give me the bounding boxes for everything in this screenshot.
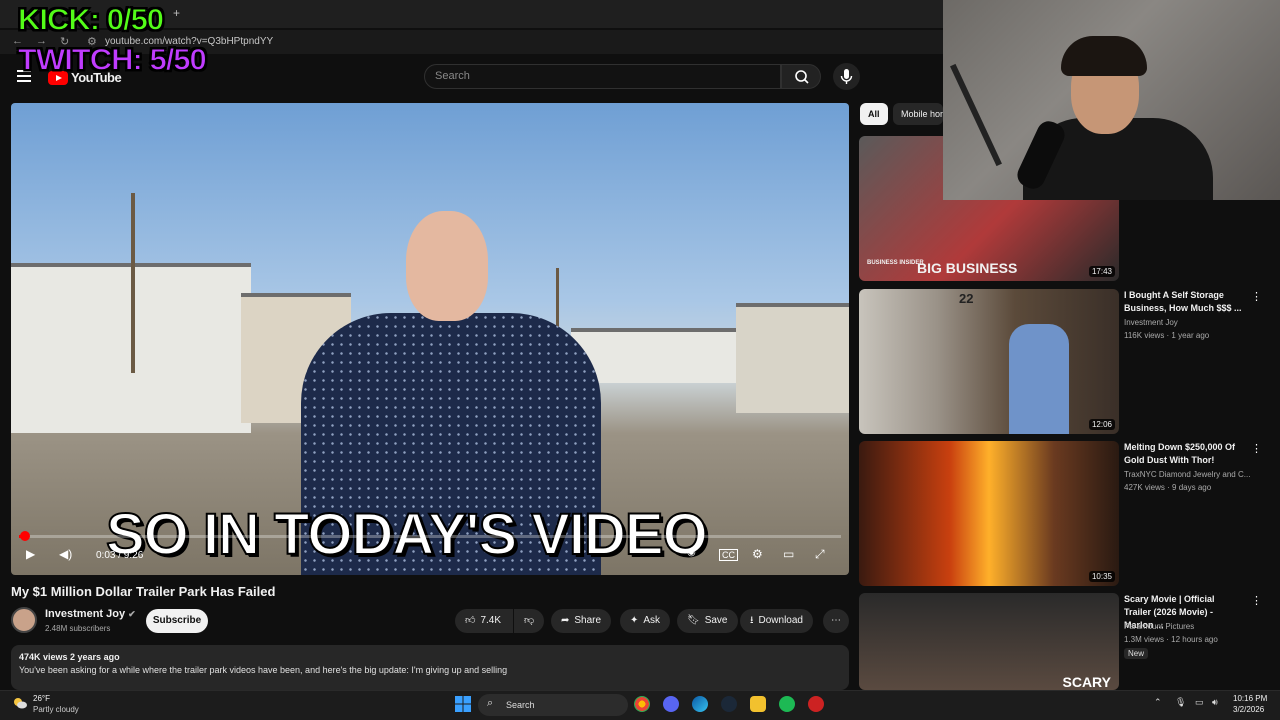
description-text: You've been asking for a while where the… <box>19 665 508 675</box>
recommendation-channel[interactable]: Investment Joy <box>1124 318 1178 327</box>
recommendation-title[interactable]: I Bought A Self Storage Business, How Mu… <box>1124 289 1244 315</box>
video-title: My $1 Million Dollar Trailer Park Has Fa… <box>11 584 276 599</box>
discord-icon[interactable] <box>663 696 679 712</box>
subscriber-count: 2.48M subscribers <box>45 624 111 633</box>
recommendation-thumbnail[interactable]: SCARY <box>859 593 1119 690</box>
recommendation-thumbnail[interactable]: 22 12:06 <box>859 289 1119 434</box>
search-button[interactable] <box>781 64 821 89</box>
network-icon[interactable]: ▭ <box>1195 697 1204 708</box>
thumb-brand: BUSINESS INSIDER <box>867 260 924 266</box>
new-badge: New <box>1124 648 1149 659</box>
thumbs-up-icon: 👍︎ <box>465 615 476 626</box>
webcam-overlay <box>943 0 1280 200</box>
trailer-home-right <box>736 303 849 413</box>
thumb-text: 22 <box>959 291 974 306</box>
recommendation-title[interactable]: Melting Down $250,000 Of Gold Dust With … <box>1124 441 1244 467</box>
taskbar-search[interactable]: Search <box>478 694 628 716</box>
more-actions-button[interactable]: ⋯ <box>823 609 849 633</box>
thumb-person <box>1009 324 1069 434</box>
edge-icon[interactable] <box>692 696 708 712</box>
steam-icon[interactable] <box>721 696 737 712</box>
chip-all[interactable]: All <box>860 103 888 125</box>
weather-cloud-icon[interactable] <box>12 696 28 710</box>
recommendation-channel[interactable]: TraxNYC Diamond Jewelry and C... <box>1124 470 1250 479</box>
video-player[interactable]: SO IN TODAY'S VIDEO ▶ ◀) 0:03 / 9:26 ◉ C… <box>11 103 849 575</box>
settings-gear-icon[interactable]: ⚙ <box>752 547 763 561</box>
fullscreen-icon[interactable]: ⤢ <box>815 547 825 562</box>
ask-label: Ask <box>643 615 661 626</box>
time-display: 0:03 / 9:26 <box>96 550 144 561</box>
new-tab-button[interactable]: + <box>173 6 180 20</box>
progress-bar[interactable] <box>19 535 841 538</box>
save-label: Save <box>704 615 728 626</box>
more-vertical-icon[interactable]: ⋮ <box>1251 442 1262 455</box>
progress-scrubber[interactable] <box>20 531 30 541</box>
utility-pole <box>131 193 135 373</box>
recommendation-meta: 116K views · 1 year ago <box>1124 331 1210 340</box>
player-controls: ▶ ◀) 0:03 / 9:26 ◉ CC ⚙ ▭ ⤢ <box>11 541 849 571</box>
windows-start-icon[interactable] <box>455 696 471 712</box>
recommendation-meta: 427K views · 9 days ago <box>1124 483 1212 492</box>
voice-search-button[interactable] <box>833 63 860 90</box>
autoplay-toggle-icon[interactable]: ◉ <box>687 547 696 558</box>
share-label: Share <box>574 615 602 626</box>
verified-icon: ✔ <box>128 609 136 619</box>
search-icon <box>795 70 809 84</box>
thumb-text: SCARY <box>1062 674 1112 690</box>
save-button[interactable]: 🔖︎ Save <box>677 609 738 633</box>
clock-date[interactable]: 3/2/2026 <box>1233 705 1264 714</box>
twitch-counter: TWITCH: 5/50 <box>18 42 208 77</box>
download-icon: ⭳ <box>750 615 754 626</box>
presenter-head <box>406 211 488 321</box>
thumb-text: BIG BUSINESS <box>917 260 1018 276</box>
chip-mobile-home[interactable]: Mobile home <box>893 103 943 125</box>
channel-avatar[interactable] <box>11 607 37 633</box>
mic-arm <box>950 63 1002 167</box>
spotify-icon[interactable] <box>779 696 795 712</box>
microphone-icon <box>840 69 853 84</box>
recommendation-meta: 1.3M views · 12 hours ago <box>1124 635 1218 644</box>
share-button[interactable]: ➦ Share <box>551 609 612 633</box>
like-count: 7.4K <box>480 615 502 626</box>
file-explorer-icon[interactable] <box>750 696 766 712</box>
taskbar-search-icon: ⌕ <box>487 697 494 709</box>
subscribe-button[interactable]: Subscribe <box>146 609 208 633</box>
more-horizontal-icon: ⋯ <box>831 615 841 626</box>
captions-icon[interactable]: CC <box>719 549 738 561</box>
channel-name-text[interactable]: Investment Joy <box>45 608 125 620</box>
streamer-hair <box>1061 36 1147 76</box>
theater-mode-icon[interactable]: ▭ <box>783 547 794 561</box>
weather-temperature[interactable]: 26°F <box>33 694 50 703</box>
chrome-icon[interactable] <box>634 696 650 712</box>
video-duration: 10:35 <box>1088 571 1115 582</box>
share-icon: ➦ <box>561 615 570 626</box>
clock-time[interactable]: 10:16 PM <box>1233 694 1267 703</box>
video-duration: 17:43 <box>1088 266 1115 277</box>
recommendation-thumbnail[interactable]: 10:35 <box>859 441 1119 586</box>
system-tray-chevron-icon[interactable]: ⌃ <box>1154 697 1162 708</box>
like-button[interactable]: 👍︎ 7.4K <box>455 609 513 633</box>
sparkle-icon: ✦ <box>630 615 639 626</box>
download-label: Download <box>758 615 803 626</box>
kick-counter: KICK: 0/50 <box>17 2 164 37</box>
play-icon[interactable]: ▶ <box>26 547 35 561</box>
views-and-date: 474K views 2 years ago <box>19 652 120 662</box>
microphone-tray-icon[interactable]: 🎙︎ <box>1175 697 1186 708</box>
dislike-button[interactable]: 👎︎ <box>514 609 544 633</box>
ask-button[interactable]: ✦ Ask <box>620 609 671 633</box>
more-vertical-icon[interactable]: ⋮ <box>1251 290 1262 303</box>
video-duration: 12:06 <box>1088 419 1115 430</box>
bookmark-icon: 🔖︎ <box>687 615 700 626</box>
weather-condition[interactable]: Partly cloudy <box>33 705 79 714</box>
download-button[interactable]: ⭳ Download <box>740 609 813 633</box>
more-vertical-icon[interactable]: ⋮ <box>1251 594 1262 607</box>
channel-name[interactable]: Investment Joy ✔ <box>45 608 136 620</box>
search-input[interactable]: Search <box>424 64 781 89</box>
volume-icon[interactable]: ◀) <box>59 547 72 561</box>
obs-icon[interactable] <box>808 696 824 712</box>
recommendation-channel[interactable]: Paramount Pictures <box>1124 622 1194 631</box>
thumbs-down-icon: 👎︎ <box>524 615 535 626</box>
speaker-icon[interactable]: 🔊︎ <box>1212 697 1218 708</box>
